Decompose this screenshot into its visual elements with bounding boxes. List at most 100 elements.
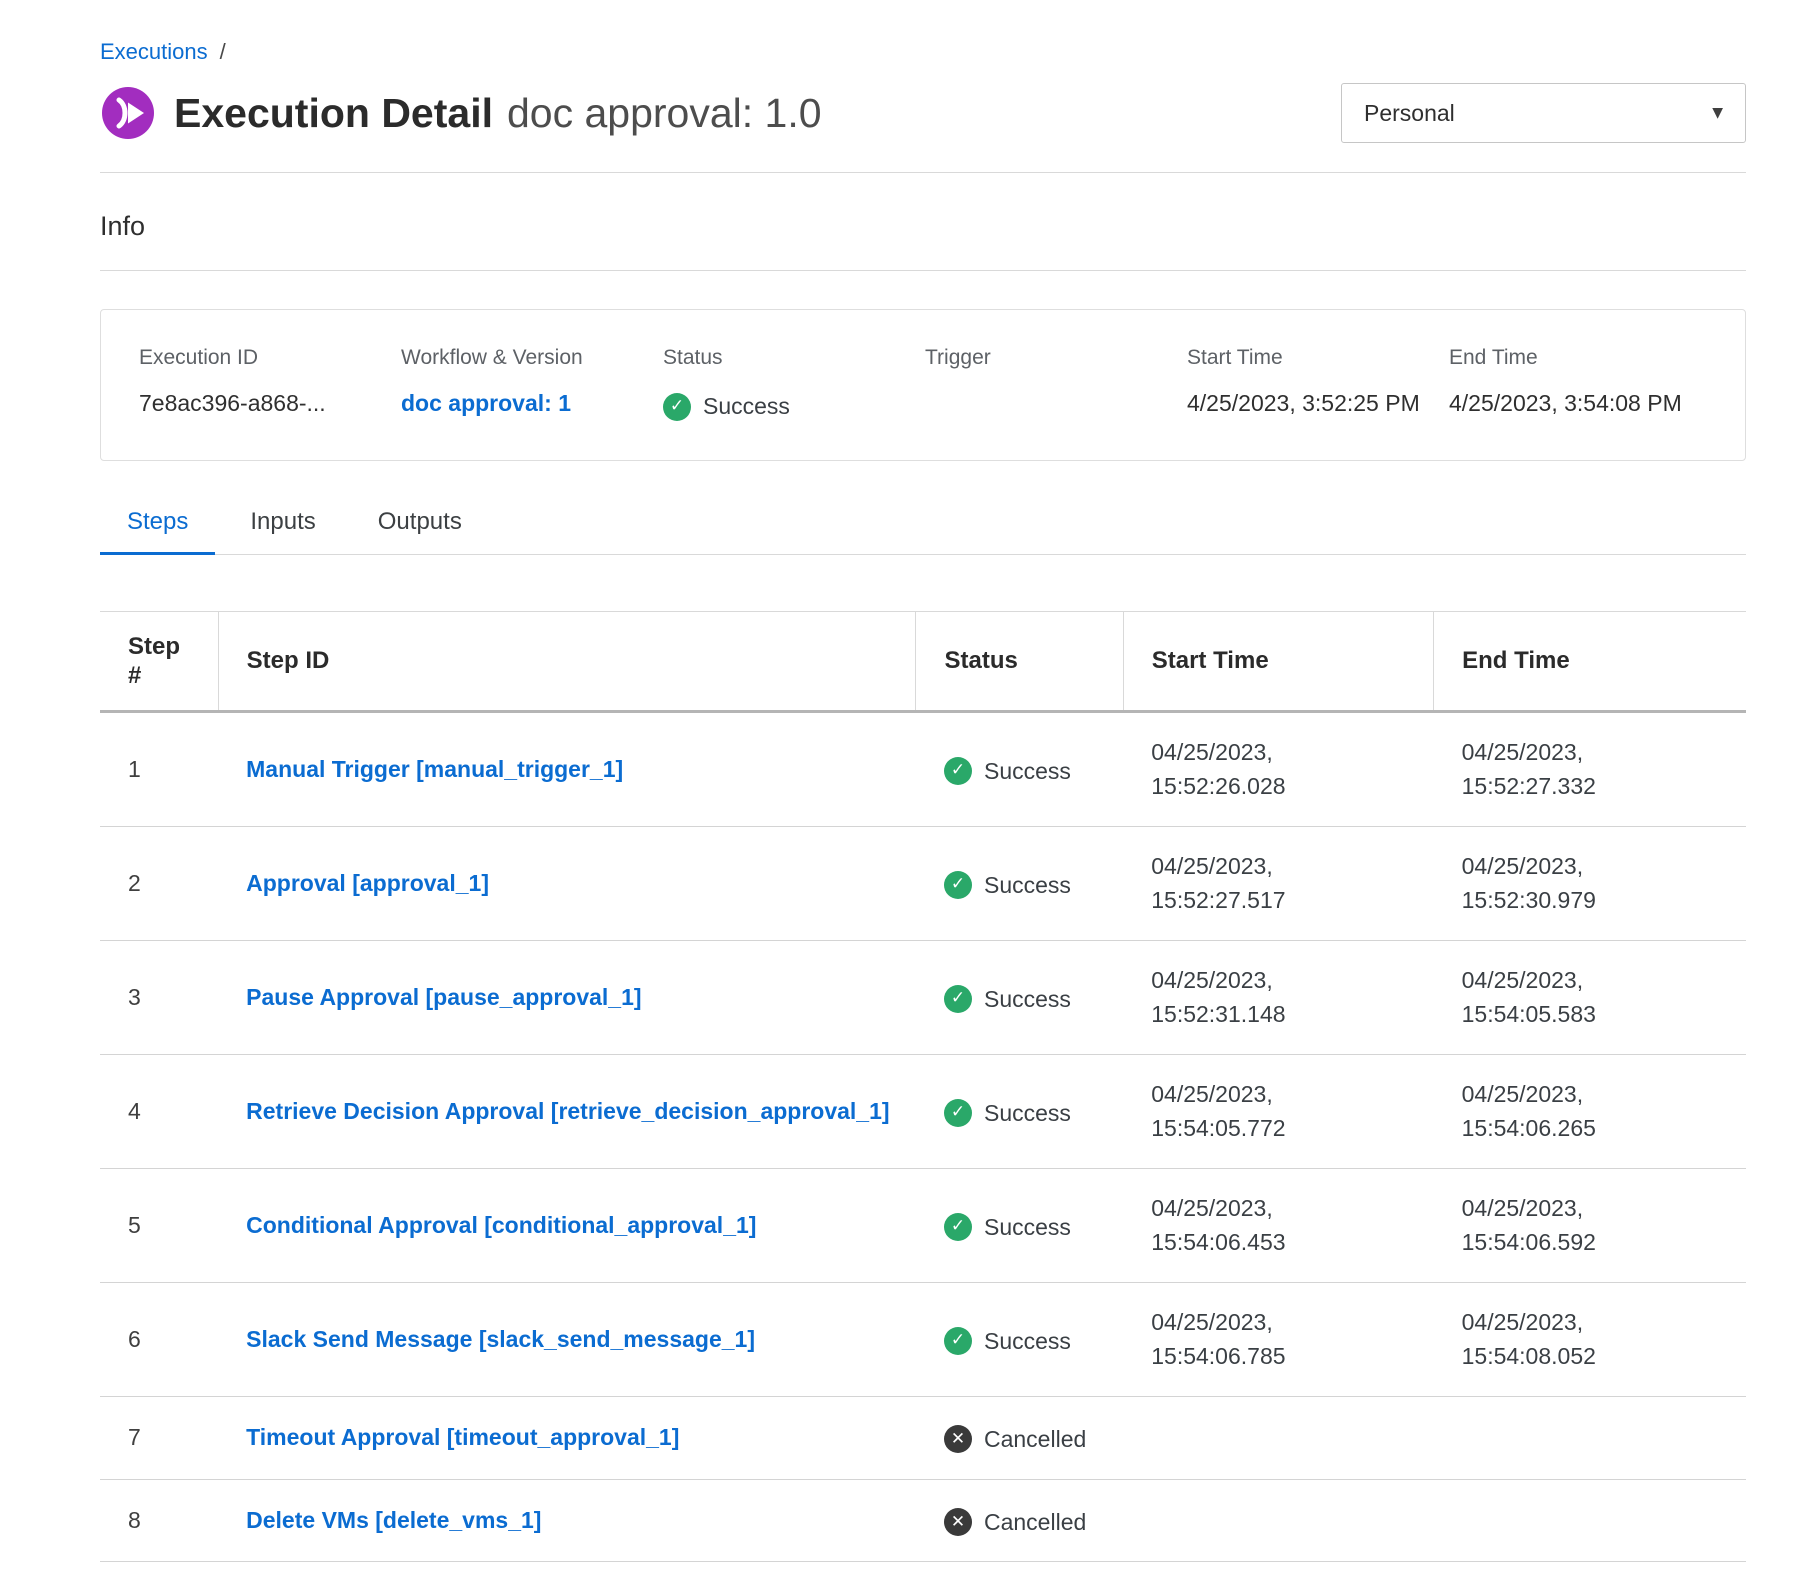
step-status-label: Success — [984, 1324, 1071, 1359]
success-check-icon: ✓ — [944, 1213, 972, 1241]
step-id-link[interactable]: Pause Approval [pause_approval_1] — [246, 984, 641, 1010]
status-chip: ✓ Success — [944, 1096, 1071, 1131]
step-start-time: 04/25/2023, 15:52:31.148 — [1123, 940, 1433, 1054]
execution-status-label: Success — [703, 389, 790, 424]
success-check-icon: ✓ — [944, 1099, 972, 1127]
step-id-cell: Conditional Approval [conditional_approv… — [218, 1168, 916, 1282]
step-end-time — [1434, 1396, 1746, 1479]
step-id-link[interactable]: Approval [approval_1] — [246, 870, 489, 896]
step-number: 1 — [100, 711, 218, 826]
info-field-end-time: End Time4/25/2023, 3:54:08 PM — [1449, 346, 1689, 424]
page-header: Execution Detail doc approval: 1.0 Perso… — [100, 82, 1746, 144]
step-id-link[interactable]: Delete VMs [delete_vms_1] — [246, 1507, 541, 1533]
execution-detail-page: Executions / Execution Detail doc approva… — [0, 0, 1808, 1562]
success-check-icon: ✓ — [944, 1327, 972, 1355]
workflow-version-link[interactable]: doc approval: 1 — [401, 390, 571, 416]
success-check-icon: ✓ — [944, 757, 972, 785]
column-header-end-time: End Time — [1434, 611, 1746, 711]
steps-table-header-row: Step #Step IDStatusStart TimeEnd Time — [100, 611, 1746, 711]
tab-outputs[interactable]: Outputs — [351, 507, 489, 554]
step-id-link[interactable]: Conditional Approval [conditional_approv… — [246, 1212, 756, 1238]
step-status-label: Cancelled — [984, 1422, 1086, 1457]
info-field-label: Trigger — [925, 346, 1165, 370]
step-number: 6 — [100, 1282, 218, 1396]
info-field-label: Workflow & Version — [401, 346, 641, 370]
step-id-link[interactable]: Retrieve Decision Approval [retrieve_dec… — [246, 1098, 889, 1124]
tab-steps[interactable]: Steps — [100, 507, 215, 554]
step-status-label: Success — [984, 1096, 1071, 1131]
status-chip: ✓ Success — [663, 389, 790, 424]
success-check-icon: ✓ — [944, 985, 972, 1013]
step-start-time: 04/25/2023, 15:54:06.453 — [1123, 1168, 1433, 1282]
step-end-time — [1434, 1479, 1746, 1562]
step-id-cell: Timeout Approval [timeout_approval_1] — [218, 1396, 916, 1479]
step-row-4: 4 Retrieve Decision Approval [retrieve_de… — [100, 1054, 1746, 1168]
step-start-time: 04/25/2023, 15:52:26.028 — [1123, 711, 1433, 826]
cancelled-x-icon: ✕ — [944, 1508, 972, 1536]
scope-dropdown[interactable]: Personal ▼ — [1341, 83, 1746, 143]
step-status-cell: ✕ Cancelled — [916, 1396, 1123, 1479]
step-number: 5 — [100, 1168, 218, 1282]
info-field-value: 7e8ac396-a868-... — [139, 386, 379, 421]
info-field-workflow-version: Workflow & Version doc approval: 1 — [401, 346, 641, 424]
success-check-icon: ✓ — [944, 871, 972, 899]
info-field-value: 4/25/2023, 3:54:08 PM — [1449, 386, 1689, 421]
success-check-icon: ✓ — [663, 393, 691, 421]
step-id-cell: Retrieve Decision Approval [retrieve_dec… — [218, 1054, 916, 1168]
status-chip: ✓Success — [944, 1210, 1071, 1245]
info-field-label: Execution ID — [139, 346, 379, 370]
step-status-cell: ✕ Cancelled — [916, 1479, 1123, 1562]
breadcrumb-separator: / — [220, 39, 226, 64]
tabs-bar: StepsInputsOutputs — [100, 507, 1746, 555]
info-field-execution-id: Execution ID 7e8ac396-a868-... — [139, 346, 379, 424]
step-status-label: Success — [984, 868, 1071, 903]
info-field-value: doc approval: 1 — [401, 386, 641, 421]
info-field-trigger: Trigger — [925, 346, 1165, 424]
step-number: 7 — [100, 1396, 218, 1479]
step-id-cell: Manual Trigger [manual_trigger_1] — [218, 711, 916, 826]
step-status-cell: ✓ Success — [916, 826, 1123, 940]
step-id-cell: Pause Approval [pause_approval_1] — [218, 940, 916, 1054]
step-status-label: Success — [984, 982, 1071, 1017]
status-chip: ✓ Success — [944, 982, 1071, 1017]
status-chip: ✕ Cancelled — [944, 1505, 1086, 1540]
status-chip: ✕ Cancelled — [944, 1422, 1086, 1457]
step-row-3: 3Pause Approval [pause_approval_1]✓Succe… — [100, 940, 1746, 1054]
info-field-start-time: Start Time 4/25/2023, 3:52:25 PM — [1187, 346, 1427, 424]
page-subtitle: doc approval: 1.0 — [507, 90, 822, 137]
step-status-cell: ✓Success — [916, 1168, 1123, 1282]
step-row-1: 1 Manual Trigger [manual_trigger_1] ✓ Succe… — [100, 711, 1746, 826]
step-id-cell: Slack Send Message [slack_send_message_1… — [218, 1282, 916, 1396]
info-field-value: ✓ Success — [663, 386, 903, 424]
step-status-label: Cancelled — [984, 1505, 1086, 1540]
scope-dropdown-value: Personal — [1364, 100, 1455, 127]
info-field-label: Status — [663, 346, 903, 370]
header-divider — [100, 172, 1746, 173]
step-number: 4 — [100, 1054, 218, 1168]
info-field-label: Start Time — [1187, 346, 1427, 370]
step-id-link[interactable]: Timeout Approval [timeout_approval_1] — [246, 1424, 679, 1450]
step-end-time: 04/25/2023, 15:52:27.332 — [1434, 711, 1746, 826]
step-id-cell: Delete VMs [delete_vms_1] — [218, 1479, 916, 1562]
step-row-5: 5 Conditional Approval [conditional_appro… — [100, 1168, 1746, 1282]
step-number: 8 — [100, 1479, 218, 1562]
step-id-link[interactable]: Slack Send Message [slack_send_message_1… — [246, 1326, 755, 1352]
status-chip: ✓ Success — [944, 1324, 1071, 1359]
step-id-link[interactable]: Manual Trigger [manual_trigger_1] — [246, 756, 623, 782]
step-status-cell: ✓ Success — [916, 1282, 1123, 1396]
step-status-cell: ✓ Success — [916, 940, 1123, 1054]
step-start-time — [1123, 1479, 1433, 1562]
step-id-cell: Approval [approval_1] — [218, 826, 916, 940]
step-status-label: Success — [984, 754, 1071, 789]
info-field-status: Status ✓ Success — [663, 346, 903, 424]
info-field-value: 4/25/2023, 3:52:25 PM — [1187, 386, 1427, 421]
cancelled-x-icon: ✕ — [944, 1425, 972, 1453]
status-chip: ✓ Success — [944, 754, 1071, 789]
breadcrumb: Executions / — [100, 38, 1746, 66]
info-card: Execution ID 7e8ac396-a868-... Workflow & … — [100, 309, 1746, 461]
step-status-cell: ✓ Success — [916, 1054, 1123, 1168]
step-end-time: 04/25/2023, 15:54:05.583 — [1434, 940, 1746, 1054]
tab-inputs[interactable]: Inputs — [223, 507, 342, 554]
info-divider — [100, 270, 1746, 271]
breadcrumb-link-executions[interactable]: Executions — [100, 39, 208, 64]
